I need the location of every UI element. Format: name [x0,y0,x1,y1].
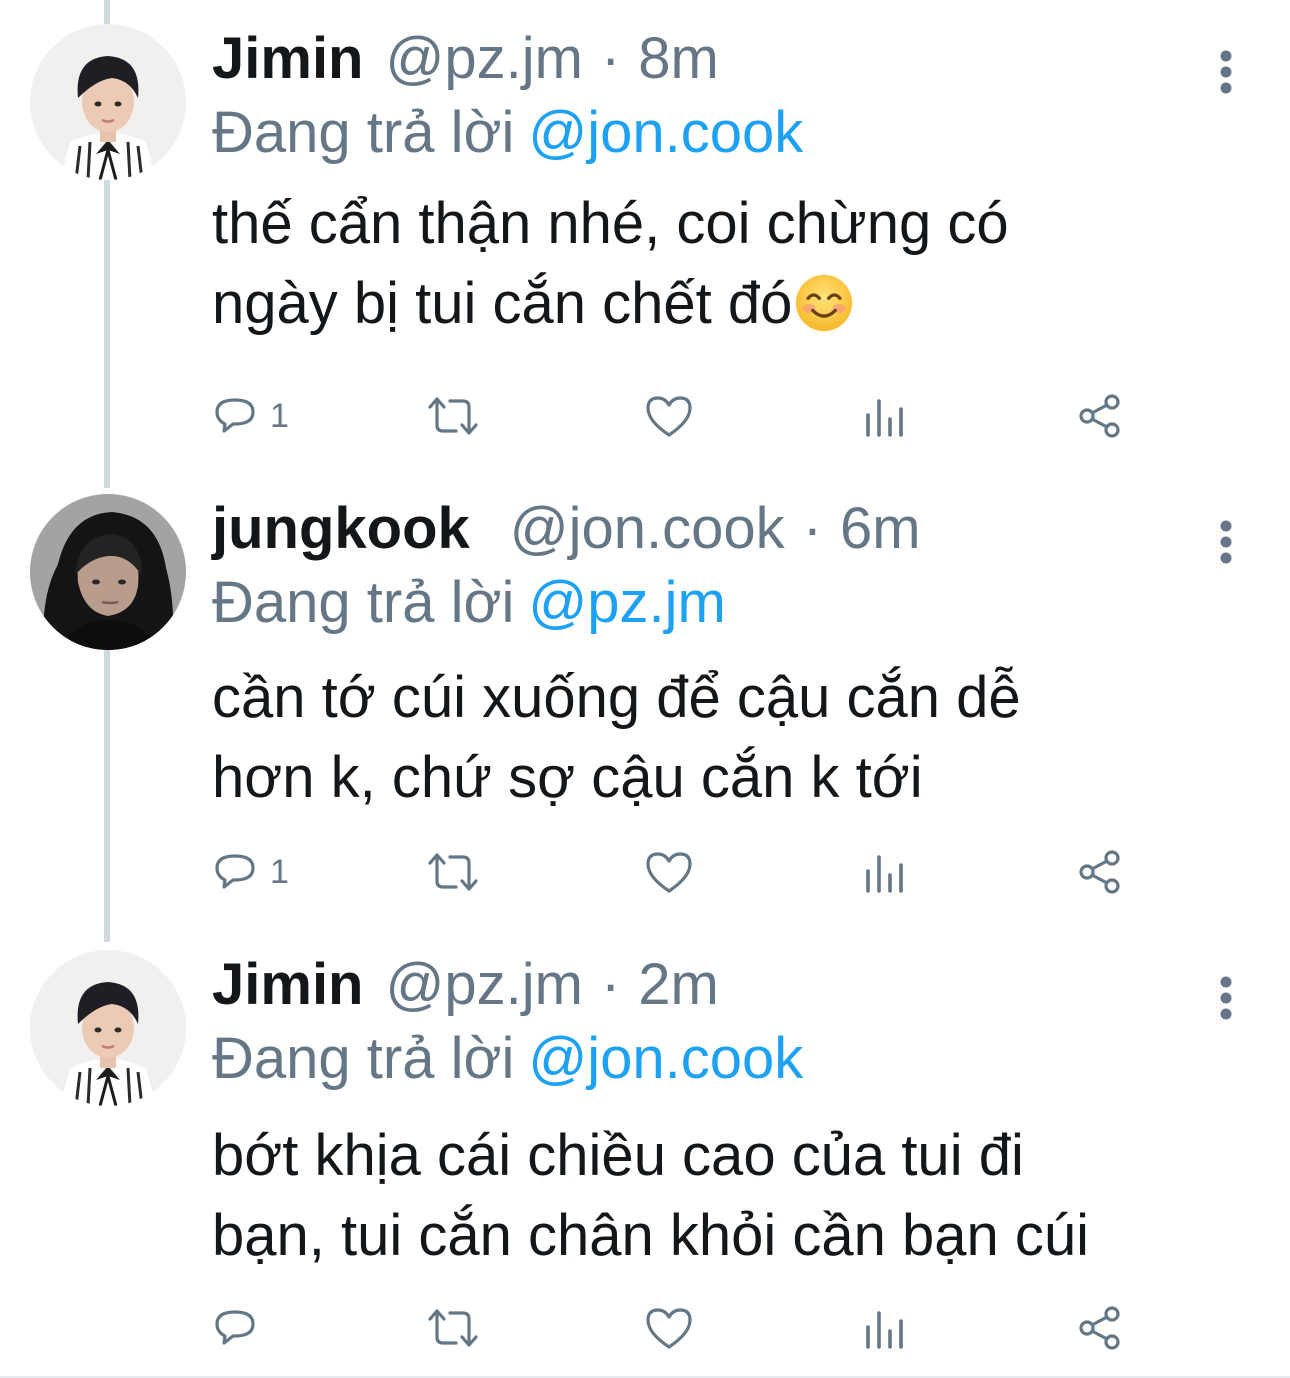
tweet-actions: 1 [212,386,1172,446]
avatar[interactable] [30,24,186,180]
tweet-text: cần tớ cúi xuống để cậu cắn dễ hơn k, ch… [212,658,1252,818]
tweet-actions [212,1298,1172,1358]
like-button[interactable] [644,842,694,902]
more-options-button[interactable] [1204,968,1248,1028]
replying-to: Đang trả lời @jon.cook [212,98,803,168]
more-options-button[interactable] [1204,512,1248,572]
user-handle[interactable]: @pz.jm [386,24,583,94]
display-name[interactable]: Jimin [212,24,364,94]
tweet[interactable]: Jimin @pz.jm · 2m Đang trả lời @jon.cook … [0,950,1290,1370]
timestamp[interactable]: 6m [840,494,921,564]
replying-to: Đang trả lời @pz.jm [212,568,726,638]
tweet-actions: 1 [212,842,1172,902]
more-vertical-icon [1220,976,1232,1020]
jungkook-avatar [30,494,186,650]
avatar[interactable] [30,494,186,650]
retweet-icon [428,1309,478,1347]
tweet-text-segment: ngày bị tui cắn chết đó [212,271,793,336]
tweet-text: thế cẩn thận nhé, coi chừng có ngày bị t… [212,184,1252,344]
tweet-header: jungkook @jon.cook · 6m [212,494,921,564]
reply-count: 1 [270,396,289,435]
like-button[interactable] [644,1298,694,1358]
more-vertical-icon [1220,520,1232,564]
smiling-face-emoji [796,274,853,332]
retweet-button[interactable] [424,1298,482,1358]
tweet[interactable]: Jimin @pz.jm · 8m Đang trả lời @jon.cook … [0,24,1290,454]
reply-count: 1 [270,852,289,891]
tweet-text-line: hơn k, chứ sợ cậu cắn k tới [212,745,923,810]
tweet-text: bớt khịa cái chiều cao của tui đi bạn, t… [212,1116,1252,1276]
retweet-button[interactable] [424,386,482,446]
separator-dot: · [600,26,621,91]
analytics-icon [866,855,903,893]
reply-button[interactable]: 1 [212,386,289,446]
analytics-button[interactable] [862,842,908,902]
like-button[interactable] [644,386,694,446]
jimin-avatar [30,24,186,180]
retweet-button[interactable] [424,842,482,902]
share-button[interactable] [1076,842,1124,902]
tweet-text-line: bớt khịa cái chiều cao của tui đi [212,1123,1024,1188]
heart-icon [646,396,692,437]
separator-dot: · [802,496,823,561]
reply-button[interactable] [212,1298,270,1358]
separator-dot: · [600,952,621,1017]
user-handle[interactable]: @pz.jm [386,950,583,1020]
reply-icon [215,1310,255,1345]
analytics-button[interactable] [862,386,908,446]
mention-link[interactable]: @pz.jm [528,570,725,635]
tweet-header: Jimin @pz.jm · 2m [212,950,719,1020]
share-button[interactable] [1076,386,1124,446]
analytics-button[interactable] [862,1298,908,1358]
reply-button[interactable]: 1 [212,842,289,902]
replying-to-label: Đang trả lời [212,100,515,165]
tweet-text-line: thế cẩn thận nhé, coi chừng có [212,191,1009,256]
share-icon [1079,1306,1120,1350]
tweet-text-line: bạn, tui cắn chân khỏi cần bạn cúi [212,1203,1090,1268]
retweet-icon [428,853,478,891]
user-handle[interactable]: @jon.cook [510,494,785,564]
display-name[interactable]: Jimin [212,950,364,1020]
share-icon [1079,394,1120,438]
tweet-text-line: ngày bị tui cắn chết đó [212,264,1252,344]
mention-link[interactable]: @jon.cook [528,1026,803,1091]
replying-to-label: Đang trả lời [212,570,515,635]
replying-to: Đang trả lời @jon.cook [212,1024,803,1094]
replying-to-label: Đang trả lời [212,1026,515,1091]
analytics-icon [866,1311,903,1349]
retweet-icon [428,397,478,435]
avatar[interactable] [30,950,186,1106]
jimin-avatar [30,950,186,1106]
reply-icon [215,854,255,889]
display-name[interactable]: jungkook [212,494,470,564]
mention-link[interactable]: @jon.cook [528,100,803,165]
tweet-text-line: cần tớ cúi xuống để cậu cắn dễ [212,665,1021,730]
timestamp[interactable]: 2m [638,950,719,1020]
timestamp[interactable]: 8m [638,24,719,94]
heart-icon [646,1308,692,1349]
more-options-button[interactable] [1204,42,1248,102]
share-button[interactable] [1076,1298,1124,1358]
reply-icon [215,398,255,433]
analytics-icon [866,399,903,437]
tweet[interactable]: jungkook @jon.cook · 6m Đang trả lời @pz.… [0,494,1290,924]
tweet-header: Jimin @pz.jm · 8m [212,24,719,94]
heart-icon [646,852,692,893]
share-icon [1079,850,1120,894]
more-vertical-icon [1220,50,1232,94]
